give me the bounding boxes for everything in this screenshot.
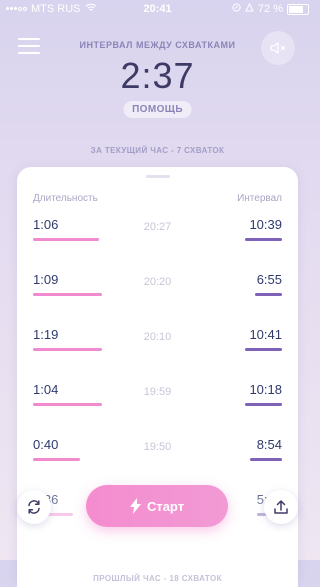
status-right: 72 % (232, 2, 309, 15)
interval-bar (250, 458, 282, 461)
duration-bar (33, 238, 99, 241)
drag-handle[interactable] (145, 175, 170, 178)
start-label: Старт (146, 498, 185, 514)
interval-value: 10:39 (249, 217, 282, 232)
interval-bar (245, 348, 282, 351)
duration-bar (33, 293, 102, 296)
location-icon (232, 3, 241, 15)
interval-bar (245, 403, 282, 406)
duration-bar (33, 403, 102, 406)
interval-value: 6:55 (256, 272, 282, 287)
interval-bar (245, 238, 282, 241)
previous-hour-summary: ПРОШЛЫЙ ЧАС - 18 СХВАТОК (93, 574, 222, 583)
duration-bar (33, 348, 102, 351)
help-button[interactable]: ПОМОЩЬ (123, 101, 192, 118)
reset-button[interactable] (17, 490, 51, 524)
status-bar: MTS RUS 20:41 72 % (0, 0, 315, 18)
contraction-row[interactable]: 1:06 20:27 10:39 (17, 217, 298, 257)
alarm-icon (245, 2, 254, 15)
interval-bar (255, 293, 282, 296)
duration-bar (33, 458, 80, 461)
contraction-row[interactable]: 0:40 19:50 8:54 (17, 437, 298, 477)
battery-icon (287, 3, 309, 15)
current-hour-summary: ЗА ТЕКУЩИЙ ЧАС - 7 СХВАТОК (90, 146, 225, 155)
refresh-icon (28, 500, 40, 514)
contraction-row[interactable]: 1:19 20:10 10:41 (17, 327, 298, 367)
interval-value: 8:54 (256, 437, 282, 452)
interval-title: ИНТЕРВАЛ МЕЖДУ СХВАТКАМИ (79, 40, 236, 50)
battery-label: 72 % (257, 3, 283, 15)
interval-value: 10:18 (249, 382, 282, 397)
contraction-row[interactable]: 1:04 19:59 10:18 (17, 382, 298, 422)
lightning-icon (129, 498, 141, 514)
interval-header: Интервал (237, 193, 282, 204)
start-button[interactable]: Старт (86, 485, 228, 527)
duration-header: Длительность (33, 193, 98, 204)
share-icon (274, 500, 288, 514)
contraction-row[interactable]: 1:09 20:20 6:55 (17, 272, 298, 312)
share-button[interactable] (264, 490, 298, 524)
interval-value: 2:37 (120, 55, 195, 96)
interval-value: 10:41 (249, 327, 282, 342)
